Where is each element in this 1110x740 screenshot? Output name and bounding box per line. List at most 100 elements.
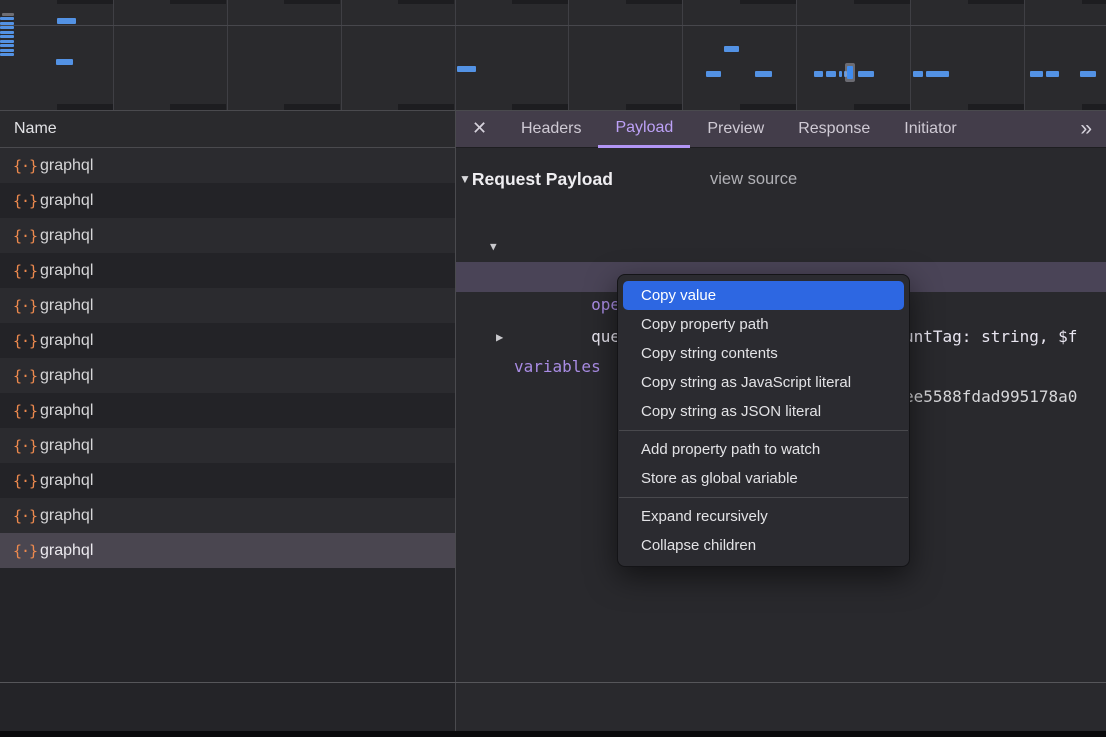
timeline-tick [398,0,454,4]
menu-item-copy-property-path[interactable]: Copy property path [618,310,909,339]
timeline-gridline [227,0,228,110]
request-row[interactable]: {·}graphql [0,253,455,288]
request-row[interactable]: {·}graphql [0,358,455,393]
request-row[interactable]: {·}graphql [0,428,455,463]
name-column-header[interactable]: Name [0,110,455,148]
request-name-label: graphql [40,437,93,455]
timeline-tick [57,104,113,110]
request-timeline-bar [457,66,476,72]
request-timeline-bar [814,71,823,77]
footer-divider [0,682,1106,683]
menu-item-collapse-children[interactable]: Collapse children [618,531,909,560]
menu-item-copy-string-as-json-literal[interactable]: Copy string as JSON literal [618,397,909,426]
property-value-fragment: ee5588fdad995178a0 [904,382,1077,412]
request-row[interactable]: {·}graphql [0,183,455,218]
timeline-gridline [796,0,797,110]
tab-preview[interactable]: Preview [690,110,781,148]
menu-item-copy-string-contents[interactable]: Copy string contents [618,339,909,368]
view-source-link[interactable]: view source [710,170,797,189]
json-request-icon: {·} [13,192,40,210]
request-name-label: graphql [40,192,93,210]
request-timeline-bar [0,49,14,52]
request-row[interactable]: {·}graphql [0,463,455,498]
json-request-icon: {·} [13,542,40,560]
section-title: Request Payload [472,169,613,190]
payload-tree-root-row[interactable]: ▼ {operationName: "ipFlowTimeseries", va… [456,203,1106,232]
name-column-label: Name [14,120,57,137]
tab-strip: HeadersPayloadPreviewResponseInitiator [504,110,974,148]
request-name-label: graphql [40,367,93,385]
request-timeline-bar [0,53,14,56]
request-timeline-bar [0,44,14,47]
timeline-gridline [113,0,114,110]
json-request-icon: {·} [13,297,40,315]
menu-item-copy-string-as-javascript-literal[interactable]: Copy string as JavaScript literal [618,368,909,397]
property-value-fragment: untTag: string, $f [904,322,1077,352]
request-timeline-bar [1030,71,1043,77]
timeline-tick [740,104,796,110]
request-name-label: graphql [40,157,93,175]
request-timeline-bar [1080,71,1096,77]
requests-panel: Name {·}graphql{·}graphql{·}graphql{·}gr… [0,110,455,737]
timeline-tick [740,0,796,4]
window-bottom-strip [0,731,1106,737]
section-collapse-icon[interactable]: ▼ [459,172,471,186]
timeline-gridline [682,0,683,110]
network-overview-timeline[interactable] [0,0,1106,111]
menu-item-expand-recursively[interactable]: Expand recursively [618,502,909,531]
request-name-label: graphql [40,507,93,525]
request-row[interactable]: {·}graphql [0,288,455,323]
request-timeline-bar [1046,71,1059,77]
request-row[interactable]: {·}graphql [0,323,455,358]
request-timeline-bar [0,17,14,20]
request-timeline-bar [57,18,76,24]
timeline-gridline [910,0,911,110]
timeline-tick [968,104,1024,110]
request-row[interactable]: {·}graphql [0,533,455,568]
menu-item-store-as-global-variable[interactable]: Store as global variable [618,464,909,493]
menu-item-copy-value[interactable]: Copy value [623,281,904,310]
timeline-tick [968,0,1024,4]
request-name-label: graphql [40,227,93,245]
request-timeline-bar [0,35,14,38]
request-row[interactable]: {·}graphql [0,393,455,428]
request-timeline-bar [826,71,836,77]
request-timeline-bar [847,66,853,79]
timeline-tick [626,104,682,110]
menu-divider [619,497,908,498]
json-request-icon: {·} [13,157,40,175]
request-name-label: graphql [40,262,93,280]
request-row[interactable]: {·}graphql [0,498,455,533]
tab-headers[interactable]: Headers [504,110,598,148]
timeline-tick [626,0,682,4]
tab-payload[interactable]: Payload [598,110,690,148]
timeline-gridline [341,0,342,110]
timeline-gridline [568,0,569,110]
request-name-label: graphql [40,332,93,350]
request-timeline-bar [926,71,949,77]
tree-collapsed-icon[interactable]: ▶ [496,322,503,352]
request-timeline-bar [56,59,73,65]
timeline-tick [512,0,568,4]
timeline-tick [1082,0,1106,4]
tab-initiator[interactable]: Initiator [887,110,973,148]
json-request-icon: {·} [13,332,40,350]
tab-response[interactable]: Response [781,110,887,148]
request-row[interactable]: {·}graphql [0,218,455,253]
json-request-icon: {·} [13,262,40,280]
request-list: {·}graphql{·}graphql{·}graphql{·}graphql… [0,148,455,568]
request-timeline-bar [0,40,14,43]
panel-resize-divider[interactable] [455,110,456,737]
request-row[interactable]: {·}graphql [0,148,455,183]
timeline-gridline [1024,0,1025,110]
timeline-tick [1082,104,1106,110]
json-request-icon: {·} [13,437,40,455]
close-icon[interactable]: ✕ [472,118,504,139]
timeline-tick [57,0,113,4]
timeline-tick [170,0,226,4]
timeline-tick [854,0,910,4]
payload-row-operation-name[interactable]: operationName: "ipFlowTimeseries" [456,232,1106,261]
more-tabs-icon[interactable]: » [1080,117,1106,141]
menu-item-add-property-path-to-watch[interactable]: Add property path to watch [618,435,909,464]
request-timeline-bar [724,46,739,52]
